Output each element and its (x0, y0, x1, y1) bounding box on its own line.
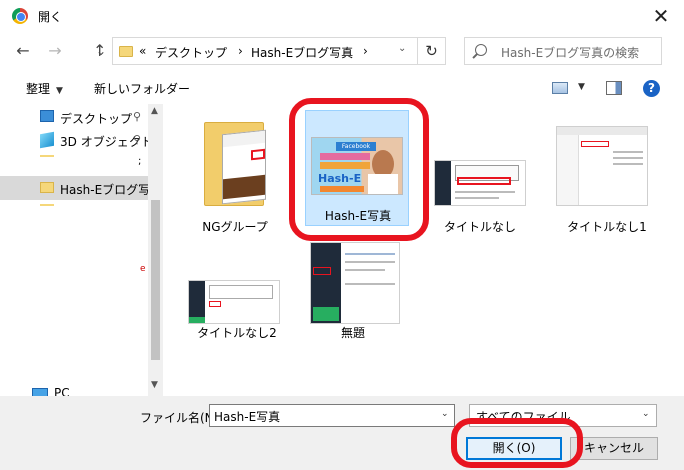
filename-dropdown-icon[interactable]: ⌄ (441, 409, 449, 419)
cube-icon (40, 131, 54, 149)
search-icon (475, 44, 487, 56)
help-icon[interactable]: ? (643, 80, 660, 97)
folder-icon (40, 204, 54, 206)
sidebar-item-3d-objects[interactable]: 3D オブジェクト ⚲ (0, 129, 153, 151)
scrollbar-thumb[interactable] (151, 200, 160, 360)
view-caret-icon[interactable]: ▼ (578, 82, 585, 92)
file-name: NGグループ (202, 220, 268, 234)
annotation-ring-open-button (451, 418, 583, 468)
file-type-dropdown-icon[interactable]: ⌄ (642, 409, 650, 419)
screenshot-thumbnail (556, 126, 648, 206)
breadcrumb-hash-e-blog[interactable]: Hash-Eブログ写真 (251, 44, 353, 61)
address-overflow[interactable]: « (139, 44, 146, 58)
search-box[interactable]: Hash-Eブログ写真の検索 (464, 37, 662, 65)
back-button[interactable]: ← (12, 40, 34, 62)
preview-pane-icon[interactable] (606, 81, 622, 95)
file-name: タイトルなし2 (197, 326, 277, 340)
file-name: タイトルなし (443, 220, 516, 234)
list-item-untitled[interactable]: タイトルなし (430, 114, 540, 234)
forward-button[interactable]: → (44, 40, 66, 62)
desktop-icon (40, 110, 54, 122)
breadcrumb-desktop[interactable]: デスクトップ (155, 44, 227, 61)
chrome-app-icon (12, 8, 28, 24)
screenshot-thumbnail (310, 242, 400, 324)
file-name: 無題 (340, 326, 365, 340)
window-title: 開く (38, 10, 63, 24)
breadcrumb-separator[interactable]: › (238, 44, 243, 58)
list-item-ng-group[interactable]: NGグループ (192, 114, 302, 234)
folder-icon (119, 46, 133, 57)
address-bar[interactable]: « デスクトップ › Hash-Eブログ写真 › ⌄ (112, 37, 418, 65)
sidebar-item-desktop[interactable]: デスクトップ ⚲ (0, 106, 150, 128)
screenshot-thumbnail (188, 280, 280, 324)
pin-icon: ⚲ (133, 110, 142, 123)
navigation-pane: デスクトップ ⚲ 3D オブジェクト ⚲ ; Hash-Eブログ写真 e PC (0, 104, 164, 396)
sidebar-item-hash-e-blog[interactable]: Hash-Eブログ写真 (0, 176, 162, 200)
pc-icon (32, 388, 48, 396)
change-view-icon[interactable] (552, 82, 568, 94)
caret-down-icon: ▼ (56, 86, 63, 96)
scroll-up-icon[interactable]: ▲ (151, 106, 158, 116)
folder-preview (222, 129, 266, 205)
list-item-untitled-2[interactable]: タイトルなし2 (184, 242, 294, 352)
sidebar-item-pc[interactable]: PC (54, 386, 70, 396)
cancel-button[interactable]: キャンセル (570, 437, 658, 460)
new-folder-button[interactable]: 新しいフォルダー (94, 80, 190, 97)
up-folder-button[interactable]: ↑ (93, 40, 109, 62)
search-placeholder: Hash-Eブログ写真の検索 (501, 46, 640, 60)
overflow-mark: ; (138, 156, 142, 167)
breadcrumb-separator-2[interactable]: › (363, 44, 368, 58)
close-icon[interactable]: ✕ (648, 3, 674, 29)
list-item-untitled-1[interactable]: タイトルなし1 (550, 114, 660, 234)
organize-button[interactable]: 整理 ▼ (26, 80, 63, 97)
screenshot-thumbnail (434, 160, 526, 206)
refresh-button[interactable]: ↻ (418, 37, 446, 65)
address-dropdown-icon[interactable]: ⌄ (398, 43, 406, 54)
annotation-ring-selected-file (289, 98, 429, 241)
folder-icon (40, 182, 54, 193)
title-bar: 開く ✕ (0, 0, 684, 32)
filename-field[interactable]: Hash-E写真 ⌄ (209, 404, 455, 427)
navigation-scrollbar[interactable]: ▲ ▼ (148, 104, 163, 396)
pin-icon: ⚲ (133, 133, 142, 146)
file-name: タイトルなし1 (567, 220, 647, 234)
folder-icon (40, 155, 54, 157)
list-item-no-title[interactable]: 無題 (304, 238, 414, 348)
scroll-down-icon[interactable]: ▼ (151, 380, 158, 390)
overflow-mark: e (140, 264, 146, 274)
